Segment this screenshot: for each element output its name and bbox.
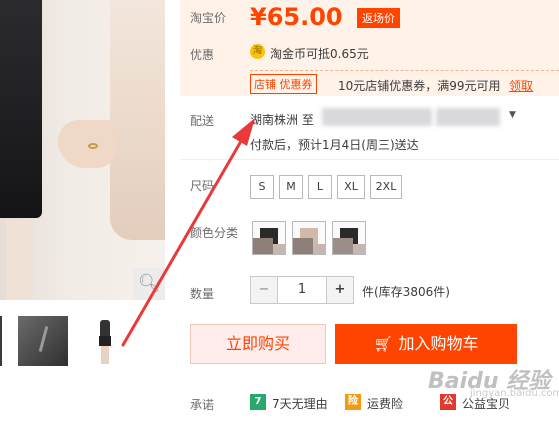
section-divider (180, 159, 559, 160)
leg-graphic (6, 220, 32, 300)
ring-graphic (88, 143, 98, 149)
size-option-l[interactable]: L (308, 175, 332, 199)
ship-from-text: 湖南株洲 至 (250, 113, 314, 127)
cart-icon: 🛒︎ (373, 335, 393, 353)
taojinbi-coin-icon: 淘 (250, 44, 265, 59)
seven-day-return-icon: 7 (250, 394, 266, 410)
magnifier-icon[interactable]: 🔍︎ (133, 268, 165, 300)
size-option-m[interactable]: M (279, 175, 303, 199)
shop-coupon-tag: 店铺 优惠券 (250, 74, 317, 94)
coin-discount-text: 淘金币可抵0.65元 (270, 47, 369, 61)
blurred-destination-2[interactable] (436, 108, 500, 126)
size-label: 尺码 (190, 179, 215, 193)
quantity-label: 数量 (190, 287, 215, 301)
price-value: ¥65.00 (250, 3, 343, 31)
thumbnail-2[interactable] (18, 316, 68, 366)
chevron-down-icon[interactable]: ▼ (509, 110, 516, 120)
color-option-1[interactable] (252, 221, 286, 255)
color-label: 颜色分类 (190, 226, 239, 240)
quantity-input[interactable]: 1 (277, 276, 327, 304)
shipping-insurance-icon: 险 (345, 394, 361, 410)
promise-label: 承诺 (190, 398, 215, 412)
shipping-insurance-text[interactable]: 运费险 (367, 395, 403, 412)
sweater-sleeve (110, 0, 165, 240)
seven-day-return-text[interactable]: 7天无理由 (272, 395, 328, 412)
hand-graphic (58, 120, 116, 168)
claim-coupon-link[interactable]: 领取 (509, 77, 533, 94)
promo-label: 优惠 (190, 48, 215, 62)
price-label: 淘宝价 (190, 11, 227, 25)
add-to-cart-button[interactable]: 🛒︎ 加入购物车 (335, 324, 517, 364)
color-option-3[interactable] (332, 221, 366, 255)
color-option-2[interactable] (292, 221, 326, 255)
watermark-url: jingyan.baidu.com (470, 388, 559, 399)
add-to-cart-label: 加入购物车 (398, 334, 479, 353)
delivery-label: 配送 (190, 114, 215, 128)
size-option-2xl[interactable]: 2XL (370, 175, 402, 199)
size-option-xl[interactable]: XL (337, 175, 365, 199)
thumbnail-1[interactable] (0, 316, 2, 366)
thumbnail-3[interactable] (80, 316, 130, 366)
stock-text: 件(库存3806件) (362, 285, 450, 299)
quantity-plus-button[interactable]: + (326, 276, 354, 304)
delivery-estimate: 付款后，预计1月4日(周三)送达 (250, 138, 419, 152)
product-main-image[interactable] (0, 0, 165, 300)
coupon-text: 10元店铺优惠券，满99元可用 (338, 79, 501, 93)
price-tag: 返场价 (357, 8, 400, 28)
skirt-graphic (0, 0, 42, 218)
buy-now-button[interactable]: 立即购买 (190, 324, 326, 364)
charity-icon: 公 (440, 394, 456, 410)
size-option-s[interactable]: S (250, 175, 274, 199)
quantity-minus-button[interactable]: − (250, 276, 278, 304)
blurred-destination-1[interactable] (322, 108, 432, 126)
promo-divider (250, 70, 559, 71)
